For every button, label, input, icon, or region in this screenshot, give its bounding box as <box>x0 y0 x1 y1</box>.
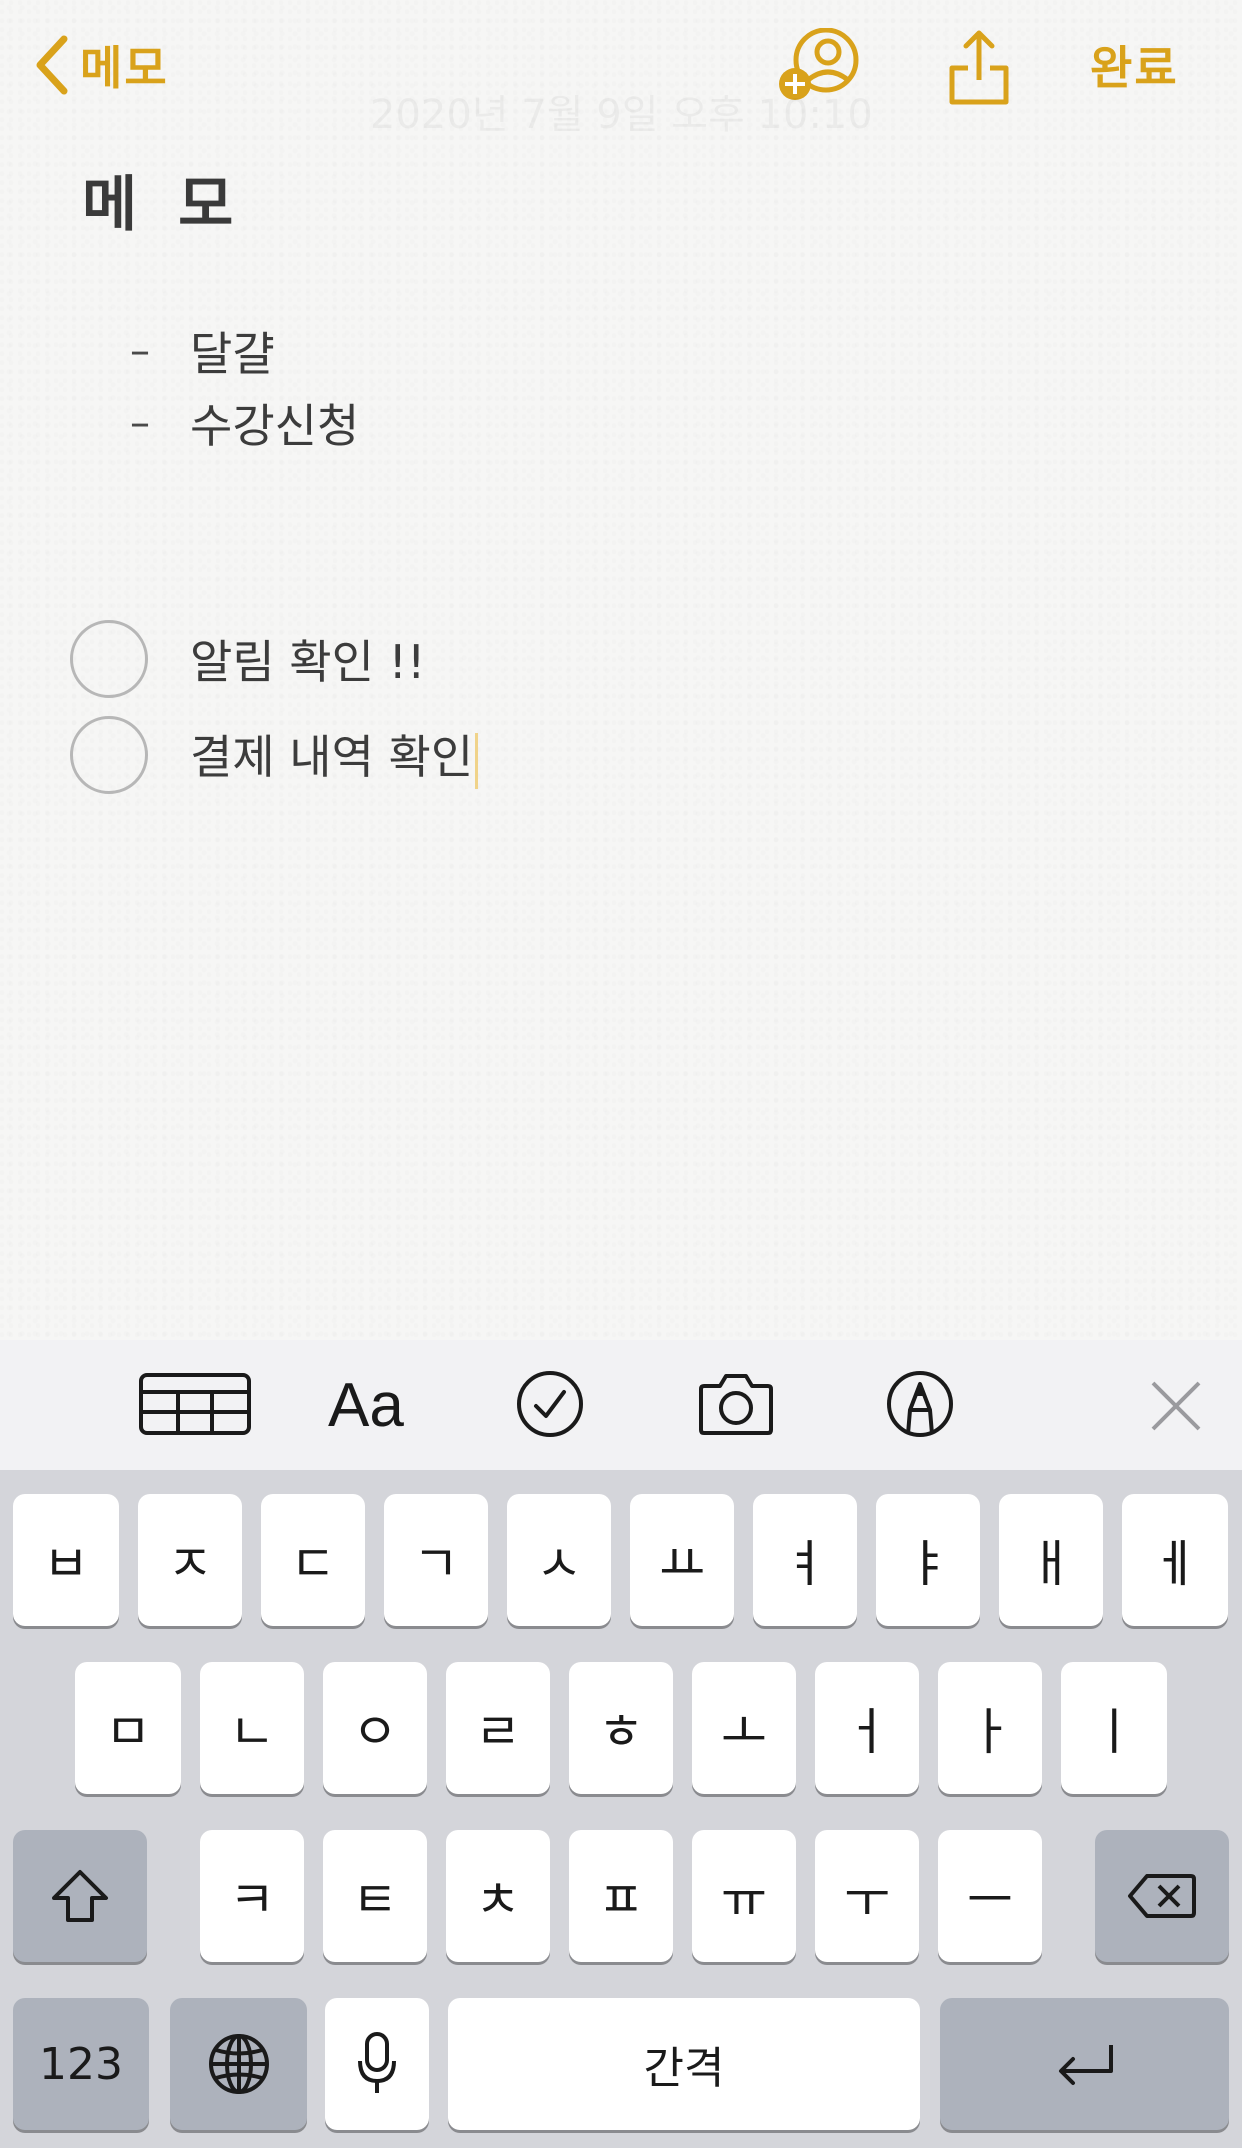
delete-key[interactable] <box>1095 1830 1229 1962</box>
shift-icon <box>52 1870 108 1922</box>
key[interactable]: ㅋ <box>200 1830 304 1962</box>
list-item-text: 수강신청 <box>190 399 360 453</box>
share-icon[interactable] <box>946 28 1012 106</box>
dash-bullet: – <box>130 400 150 446</box>
key[interactable]: ㅕ <box>753 1494 857 1626</box>
chevron-left-icon <box>36 35 68 95</box>
back-button[interactable]: 메모 <box>30 28 169 102</box>
list-item[interactable]: – 수강신청 <box>130 390 359 456</box>
key[interactable]: ㅔ <box>1122 1494 1228 1626</box>
checklist-item: 결제 내역 확인 <box>70 716 479 794</box>
key[interactable]: ㅏ <box>938 1662 1042 1794</box>
return-key[interactable] <box>940 1998 1229 2130</box>
done-button[interactable]: 완료 <box>1090 32 1179 98</box>
list-item[interactable]: – 달걀 <box>130 318 275 384</box>
table-icon[interactable] <box>138 1372 252 1436</box>
key[interactable]: ㄴ <box>200 1662 304 1794</box>
key[interactable]: ㅈ <box>138 1494 242 1626</box>
key[interactable]: ㅣ <box>1061 1662 1167 1794</box>
backspace-icon <box>1128 1874 1196 1918</box>
checklist-item: 알림 확인 !! <box>70 620 425 698</box>
key[interactable]: ㅊ <box>446 1830 550 1962</box>
numbers-key[interactable]: 123 <box>13 1998 149 2130</box>
key[interactable]: ㅑ <box>876 1494 980 1626</box>
space-key[interactable]: 간격 <box>448 1998 920 2130</box>
key[interactable]: ㅍ <box>569 1830 673 1962</box>
dictation-key[interactable] <box>325 1998 429 2130</box>
checklist-item-text[interactable]: 결제 내역 확인 <box>190 721 479 789</box>
key[interactable]: ㅅ <box>507 1494 611 1626</box>
text-cursor <box>475 732 479 789</box>
checklist-item-text[interactable]: 알림 확인 !! <box>190 626 425 692</box>
note-title[interactable]: 메 모 <box>82 156 243 243</box>
key[interactable]: ㅁ <box>75 1662 181 1794</box>
format-icon[interactable]: Aa <box>328 1370 404 1441</box>
key[interactable]: ㅐ <box>999 1494 1103 1626</box>
camera-icon[interactable] <box>698 1370 774 1436</box>
key[interactable]: ㅇ <box>323 1662 427 1794</box>
back-button-label: 메모 <box>80 41 169 95</box>
microphone-icon <box>358 2032 396 2093</box>
shift-key[interactable] <box>13 1830 147 1962</box>
key[interactable]: ㅌ <box>323 1830 427 1962</box>
close-icon[interactable] <box>1150 1380 1202 1432</box>
key[interactable]: ㅗ <box>692 1662 796 1794</box>
note-toolbar: Aa <box>0 1340 1242 1470</box>
list-item-text: 달걀 <box>190 327 275 381</box>
checklist-circle[interactable] <box>70 620 148 698</box>
key[interactable]: ㅠ <box>692 1830 796 1962</box>
key[interactable]: ㅎ <box>569 1662 673 1794</box>
keyboard: ㅂ ㅈ ㄷ ㄱ ㅅ ㅛ ㅕ ㅑ ㅐ ㅔ ㅁ ㄴ ㅇ ㄹ ㅎ ㅗ ㅓ ㅏ ㅣ ㅋ … <box>0 1470 1242 2148</box>
faded-date: 2020년 7월 9일 오후 10:10 <box>370 82 873 140</box>
key[interactable]: ㅡ <box>938 1830 1042 1962</box>
key[interactable]: ㅓ <box>815 1662 919 1794</box>
return-icon <box>1058 2045 1113 2085</box>
globe-icon <box>208 2034 269 2094</box>
key[interactable]: ㄱ <box>384 1494 488 1626</box>
checklist-circle[interactable] <box>70 716 148 794</box>
dash-bullet: – <box>130 328 150 374</box>
checklist-icon[interactable] <box>516 1370 584 1438</box>
key[interactable]: ㅛ <box>630 1494 734 1626</box>
key[interactable]: ㄹ <box>446 1662 550 1794</box>
markup-icon[interactable] <box>886 1370 954 1438</box>
key[interactable]: ㅜ <box>815 1830 919 1962</box>
key[interactable]: ㅂ <box>13 1494 119 1626</box>
key[interactable]: ㄷ <box>261 1494 365 1626</box>
globe-key[interactable] <box>170 1998 307 2130</box>
navigation-bar: 메모 완료 2020년 7월 9일 오후 10:10 <box>0 0 1242 140</box>
